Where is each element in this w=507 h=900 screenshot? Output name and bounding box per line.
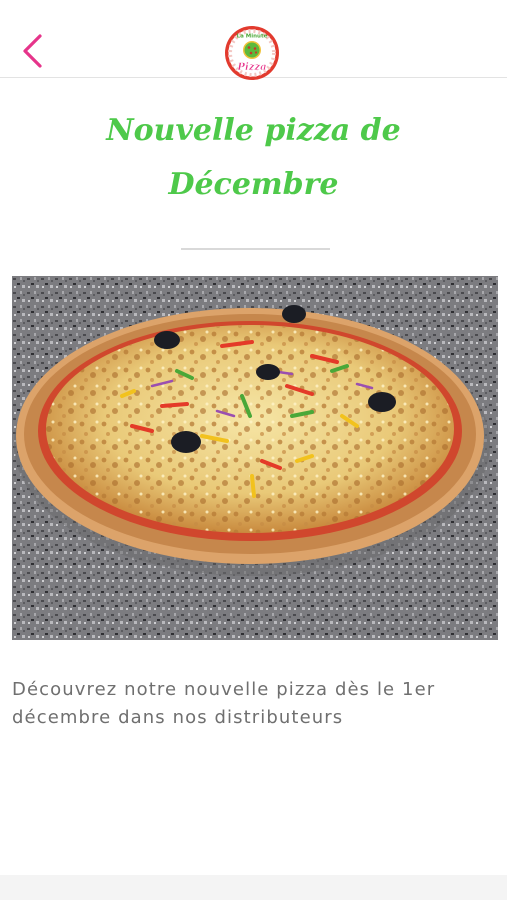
back-button[interactable]	[14, 30, 50, 70]
brand-logo: La Minute Pizza	[225, 26, 279, 80]
pizza-illustration	[12, 276, 498, 640]
logo-text-bottom: Pizza	[236, 62, 266, 73]
pizza-photo	[12, 276, 498, 640]
chevron-left-icon	[23, 34, 42, 68]
bottom-bar	[0, 875, 507, 900]
article-description: Découvrez notre nouvelle pizza dès le 1e…	[12, 679, 436, 728]
article-title: Nouvelle pizza de Décembre	[106, 113, 401, 202]
logo-text-top: La Minute	[237, 34, 268, 40]
title-divider	[181, 248, 330, 250]
app-header: La Minute Pizza	[0, 0, 507, 80]
